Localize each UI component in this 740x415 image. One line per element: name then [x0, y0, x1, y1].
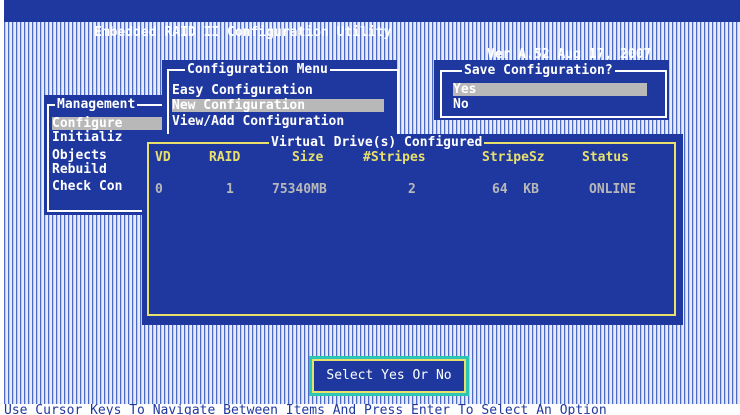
option-yes[interactable]: Yes: [453, 83, 647, 96]
column-header-vd: VD: [155, 150, 171, 165]
menu-item-configure[interactable]: Configure: [52, 117, 166, 130]
column-header-raid: RAID: [209, 150, 241, 165]
column-header-size: Size: [292, 150, 324, 165]
option-no[interactable]: No: [453, 98, 469, 111]
menu-item-objects[interactable]: Objects: [52, 149, 107, 162]
status-bar: Use Cursor Keys To Navigate Between Item…: [4, 404, 740, 415]
cell-size: 75340MB: [272, 182, 327, 197]
virtual-drives-title: Virtual Drive(s) Configured: [269, 135, 485, 151]
prompt-text: Select Yes Or No: [312, 359, 466, 393]
column-header-status: Status: [582, 150, 629, 165]
title-bar: Embedded RAID II Configuration Utility V…: [4, 0, 740, 62]
configuration-menu-title: Configuration Menu: [185, 62, 330, 78]
cell-status: ONLINE: [589, 182, 636, 197]
menu-item-easy-configuration[interactable]: Easy Configuration: [172, 84, 313, 97]
cell-stripesz: 64 KB: [492, 182, 539, 197]
prompt-box: Select Yes Or No: [309, 356, 469, 396]
menu-item-new-configuration[interactable]: New Configuration: [172, 99, 384, 112]
menu-item-initialize[interactable]: Initializ: [52, 131, 122, 144]
cell-vd: 0: [155, 182, 163, 197]
save-configuration-title: Save Configuration?: [462, 63, 615, 79]
bios-screen: Embedded RAID II Configuration Utility V…: [4, 0, 740, 415]
column-header-stripesz: StripeSz: [482, 150, 545, 165]
cell-stripes: 2: [408, 182, 416, 197]
cell-raid: 1: [226, 182, 234, 197]
menu-item-check-consistency[interactable]: Check Con: [52, 180, 122, 193]
management-menu-title: Management: [55, 97, 138, 113]
app-title: Embedded RAID II Configuration Utility: [94, 25, 392, 40]
column-header-stripes: #Stripes: [363, 150, 426, 165]
virtual-drives-border: Virtual Drive(s) Configured: [147, 135, 676, 316]
menu-item-view-add-configuration[interactable]: View/Add Configuration: [172, 115, 344, 128]
menu-item-rebuild[interactable]: Rebuild: [52, 163, 107, 176]
